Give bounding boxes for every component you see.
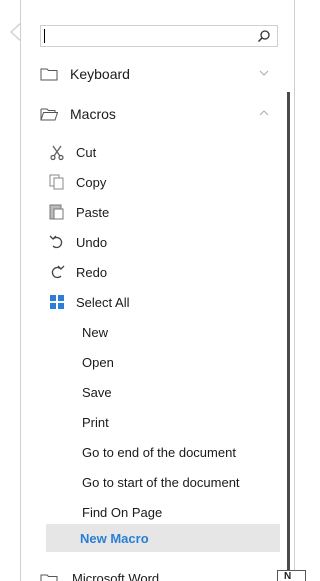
corner-tab[interactable] [277, 570, 306, 581]
menu-item-open[interactable]: Open [48, 348, 278, 376]
menu-item-label: Undo [76, 234, 108, 250]
menu-item-new-macro[interactable]: New Macro [46, 524, 280, 552]
macro-picker-popup: Keyboard Macros Cut Copy Paste Undo Redo… [0, 0, 306, 581]
menu-item-find-on-page[interactable]: Find On Page [48, 498, 278, 526]
paste-icon [48, 203, 66, 221]
group-microsoft-word-label[interactable]: Microsoft Word [72, 571, 159, 581]
menu-item-undo[interactable]: Undo [48, 228, 278, 256]
menu-item-print[interactable]: Print [48, 408, 278, 436]
group-keyboard-label: Keyboard [70, 66, 130, 82]
group-macros[interactable]: Macros [40, 100, 285, 128]
menu-item-label: Redo [76, 264, 108, 280]
menu-item-label: Select All [76, 294, 130, 310]
menu-item-go-to-start[interactable]: Go to start of the document [48, 468, 278, 496]
folder-icon [40, 574, 58, 581]
menu-item-label: New [82, 324, 109, 340]
menu-item-save[interactable]: Save [48, 378, 278, 406]
copy-icon [48, 173, 66, 191]
group-keyboard[interactable]: Keyboard [40, 60, 285, 88]
menu-item-go-to-end[interactable]: Go to end of the document [48, 438, 278, 466]
search-box[interactable] [40, 25, 278, 47]
search-icon[interactable] [257, 29, 271, 43]
menu-item-redo[interactable]: Redo [48, 258, 278, 286]
menu-item-label: New Macro [80, 530, 149, 546]
menu-item-label: Print [82, 414, 109, 430]
chevron-down-icon[interactable] [259, 69, 269, 77]
menu-item-label: Go to start of the document [82, 474, 240, 490]
redo-icon [48, 263, 66, 281]
menu-item-cut[interactable]: Cut [48, 138, 278, 166]
corner-tab-label: N [284, 571, 292, 581]
folder-icon [40, 68, 58, 81]
folder-open-icon [40, 108, 58, 121]
menu-item-label: Find On Page [82, 504, 163, 520]
menu-item-select-all[interactable]: Select All [48, 288, 278, 316]
menu-item-label: Paste [76, 204, 110, 220]
undo-icon [48, 233, 66, 251]
select-all-icon [48, 293, 66, 311]
menu-item-copy[interactable]: Copy [48, 168, 278, 196]
scrollbar-thumb[interactable] [287, 92, 290, 575]
menu-item-label: Copy [76, 174, 107, 190]
text-cursor [44, 29, 45, 43]
menu-item-label: Cut [76, 144, 97, 160]
chevron-up-icon[interactable] [259, 109, 269, 117]
menu-item-label: Go to end of the document [82, 444, 236, 460]
menu-item-label: Open [82, 354, 114, 370]
search-input[interactable] [44, 27, 244, 45]
menu-item-paste[interactable]: Paste [48, 198, 278, 226]
scissors-icon [48, 143, 66, 161]
group-macros-label: Macros [70, 106, 116, 122]
menu-item-new[interactable]: New [48, 318, 278, 346]
menu-item-label: Save [82, 384, 112, 400]
